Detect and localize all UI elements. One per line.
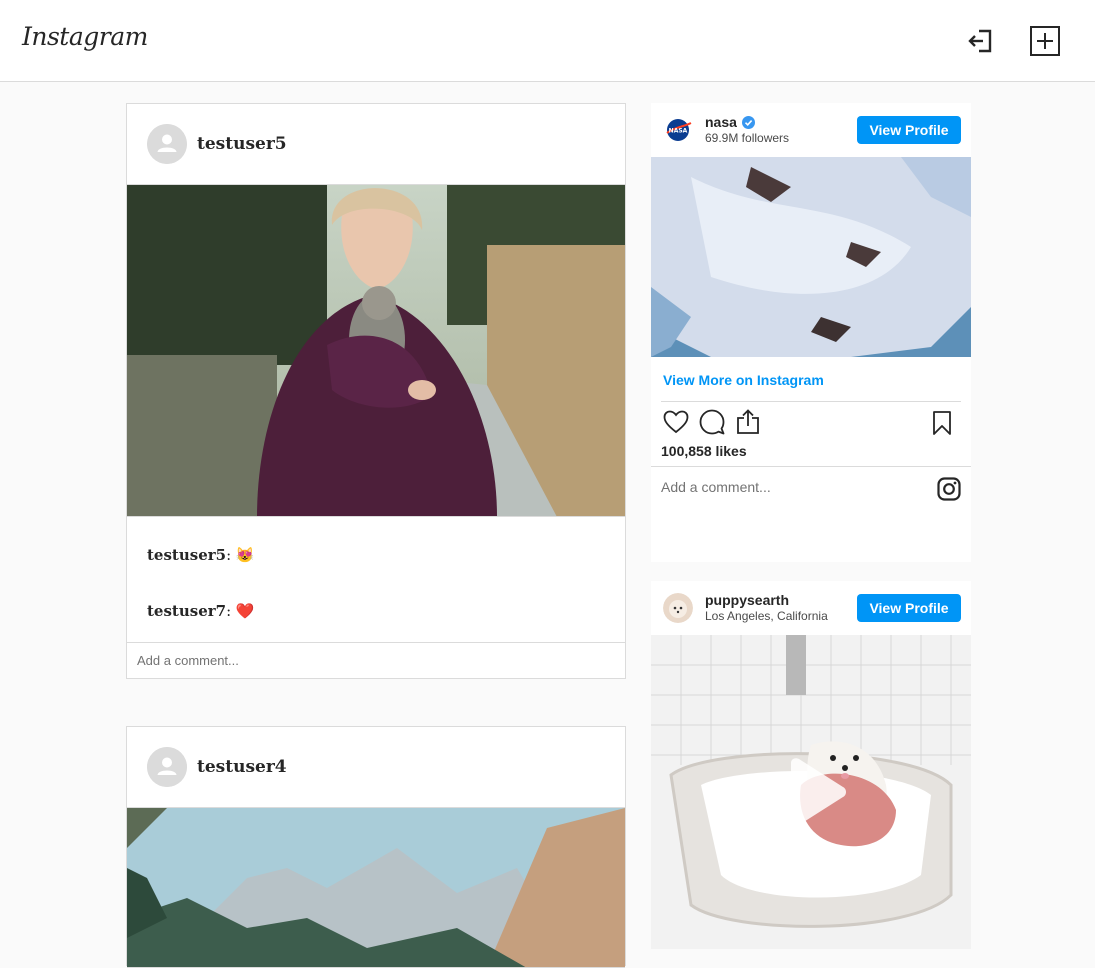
avatar[interactable] [663,593,693,623]
add-post-icon [1030,26,1060,56]
embed-header: puppysearth Los Angeles, California View… [651,581,971,635]
puppy-avatar-icon [663,593,693,623]
post-card: testuser4 [126,726,626,968]
post-header: testuser5 [127,104,625,185]
like-button[interactable] [661,407,691,437]
instagram-embed: NASA nasa 69.9M followers View Profile V… [651,103,971,562]
action-bar [651,402,971,442]
nasa-logo-icon: NASA [663,115,693,145]
save-button[interactable] [927,408,957,438]
comment: testuser5: 😻 [147,546,255,564]
verified-badge-icon [741,115,755,129]
comment-button[interactable] [697,407,727,437]
share-icon [737,409,759,434]
post-image[interactable] [127,808,625,968]
top-bar: Instagram [0,0,1095,82]
post-username[interactable]: testuser5 [197,134,287,154]
share-button[interactable] [733,407,763,437]
like-count: 100,858 likes [661,443,747,459]
view-profile-button[interactable]: View Profile [857,594,961,622]
instagram-embed: puppysearth Los Angeles, California View… [651,581,971,949]
comment-icon [699,409,725,435]
bookmark-icon [933,411,951,435]
svg-text:NASA: NASA [669,128,688,135]
comment: testuser7: ❤️ [147,602,255,620]
logout-icon [968,29,992,53]
glacier-satellite-photo [651,157,971,357]
embed-comment-area [651,466,971,562]
comment-username[interactable]: testuser7 [147,602,226,620]
follower-count: 69.9M followers [705,131,790,145]
comment-text: ❤️ [235,602,255,620]
default-avatar-icon [147,124,187,164]
logout-button[interactable] [964,24,998,58]
embed-username[interactable]: puppysearth [705,592,835,608]
location-label[interactable]: Los Angeles, California [705,608,835,624]
default-avatar-icon [147,747,187,787]
comment-input[interactable] [661,479,911,495]
post-image[interactable] [127,185,625,517]
post-username[interactable]: testuser4 [197,757,287,777]
instagram-glyph-icon[interactable] [937,477,961,501]
view-profile-button[interactable]: View Profile [857,116,961,144]
embed-header: NASA nasa 69.9M followers View Profile [651,103,971,157]
embed-image[interactable] [651,157,971,357]
comment-input[interactable] [127,643,625,678]
add-post-button[interactable] [1028,24,1062,58]
woman-holding-kitten-photo [127,185,625,516]
avatar[interactable] [147,124,187,164]
post-header: testuser4 [127,727,625,808]
avatar[interactable] [147,747,187,787]
avatar[interactable]: NASA [663,115,693,145]
heart-icon [663,410,689,434]
comments-section: testuser5: 😻 testuser7: ❤️ [127,517,625,643]
comment-username[interactable]: testuser5 [147,546,226,564]
embed-username[interactable]: nasa [705,114,835,130]
instagram-logo[interactable]: Instagram [22,22,148,51]
play-icon[interactable] [781,757,847,827]
post-card: testuser5 testuser5: � [126,103,626,679]
mountain-valley-photo [127,808,625,967]
comment-text: 😻 [235,546,255,564]
embed-video[interactable] [651,635,971,949]
view-more-link[interactable]: View More on Instagram [651,357,971,401]
